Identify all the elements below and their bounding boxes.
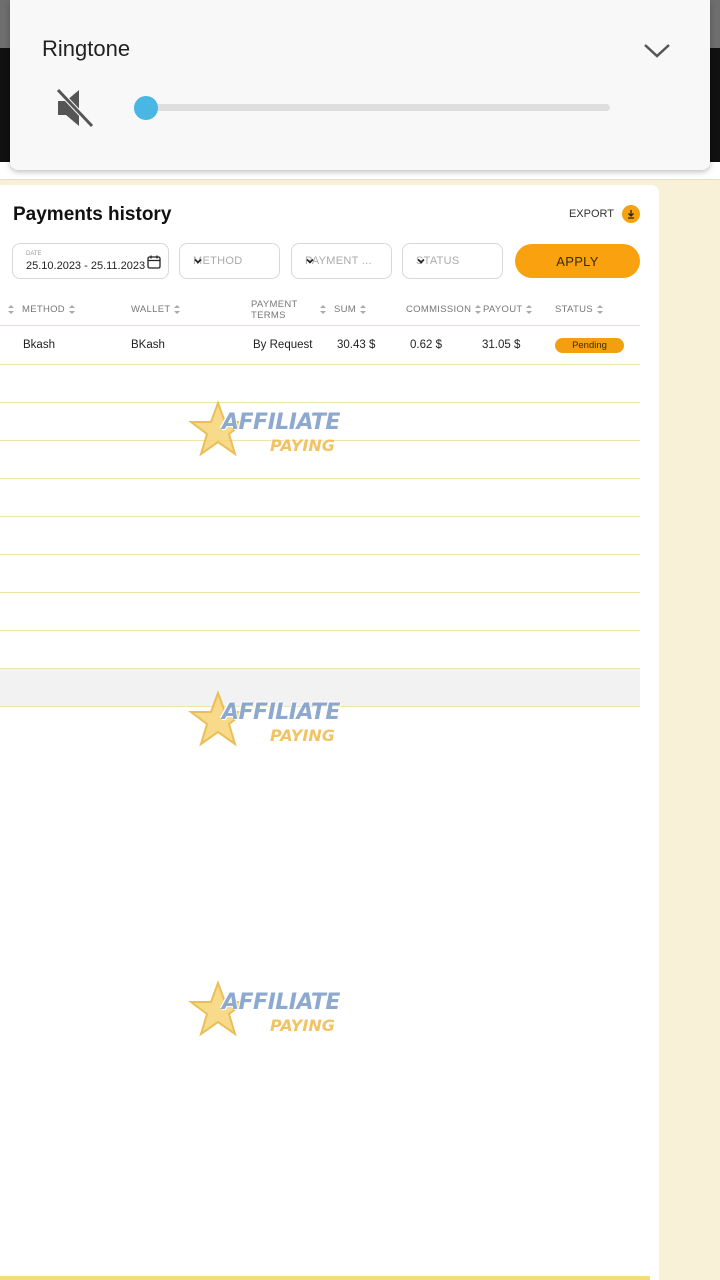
table-row [0, 631, 640, 669]
filter-bar: DATE 25.10.2023 - 25.11.2023 METHOD PAYM… [12, 243, 642, 279]
table-row [0, 517, 640, 555]
cell-payment-terms: By Request [253, 339, 313, 351]
column-method[interactable]: METHOD [22, 293, 75, 326]
table-row [0, 593, 640, 631]
sort-icon [526, 305, 533, 314]
download-icon [622, 205, 640, 223]
payment-terms-select[interactable]: PAYMENT ... [291, 243, 392, 279]
table-body: Bkash BKash By Request 30.43 $ 0.62 $ 31… [0, 327, 640, 707]
sort-icon [596, 305, 603, 314]
export-button[interactable]: EXPORT [569, 205, 640, 223]
cell-wallet: BKash [131, 339, 165, 351]
volume-slider-thumb[interactable] [134, 96, 158, 120]
status-select[interactable]: STATUS [402, 243, 503, 279]
sort-icon [475, 305, 482, 314]
table-header: METHOD WALLET PAYMENT TERMS SUM COMMISSI… [0, 293, 640, 326]
ringtone-title: Ringtone [42, 36, 131, 61]
sort-icon [174, 305, 181, 314]
cell-sum: 30.43 $ [337, 339, 376, 351]
column-wallet[interactable]: WALLET [131, 293, 181, 326]
chevron-down-icon [305, 256, 381, 269]
bottom-divider [0, 1276, 650, 1280]
status-badge: Pending [555, 338, 624, 353]
cell-method: Bkash [23, 339, 55, 351]
table-row [0, 441, 640, 479]
cell-commission: 0.62 $ [410, 339, 442, 351]
payments-card: Payments history EXPORT DATE 25.10.2023 … [0, 185, 659, 1280]
volume-slider-track[interactable] [146, 104, 610, 111]
column-status[interactable]: STATUS [555, 293, 603, 326]
volume-mute-icon[interactable] [54, 86, 96, 135]
chevron-down-icon[interactable] [642, 42, 672, 65]
ringtone-volume-panel: Ringtone [10, 0, 710, 170]
sort-icon [68, 305, 75, 314]
table-row [0, 365, 640, 403]
column-payment-terms[interactable]: PAYMENT TERMS [251, 293, 326, 326]
sort-icon [319, 305, 326, 314]
table-row [0, 403, 640, 441]
calendar-icon[interactable] [146, 254, 162, 275]
page-title: Payments history [13, 204, 172, 225]
column-sum[interactable]: SUM [334, 293, 367, 326]
date-range-field[interactable]: DATE 25.10.2023 - 25.11.2023 [12, 243, 169, 279]
method-select[interactable]: METHOD [179, 243, 280, 279]
chevron-down-icon [193, 256, 269, 269]
sort-icon [360, 305, 367, 314]
apply-button[interactable]: APPLY [515, 244, 640, 278]
table-row [0, 555, 640, 593]
table-row [0, 479, 640, 517]
cell-payout: 31.05 $ [482, 339, 521, 351]
date-range-value: 25.10.2023 - 25.11.2023 [26, 260, 146, 272]
sort-icon[interactable] [8, 293, 14, 326]
date-field-label: DATE [26, 251, 42, 257]
chevron-down-icon [416, 256, 492, 269]
export-label: EXPORT [568, 208, 614, 220]
table-row[interactable]: Bkash BKash By Request 30.43 $ 0.62 $ 31… [0, 327, 640, 365]
column-commission[interactable]: COMMISSION [406, 293, 482, 326]
table-row [0, 669, 640, 707]
column-payout[interactable]: PAYOUT [483, 293, 533, 326]
